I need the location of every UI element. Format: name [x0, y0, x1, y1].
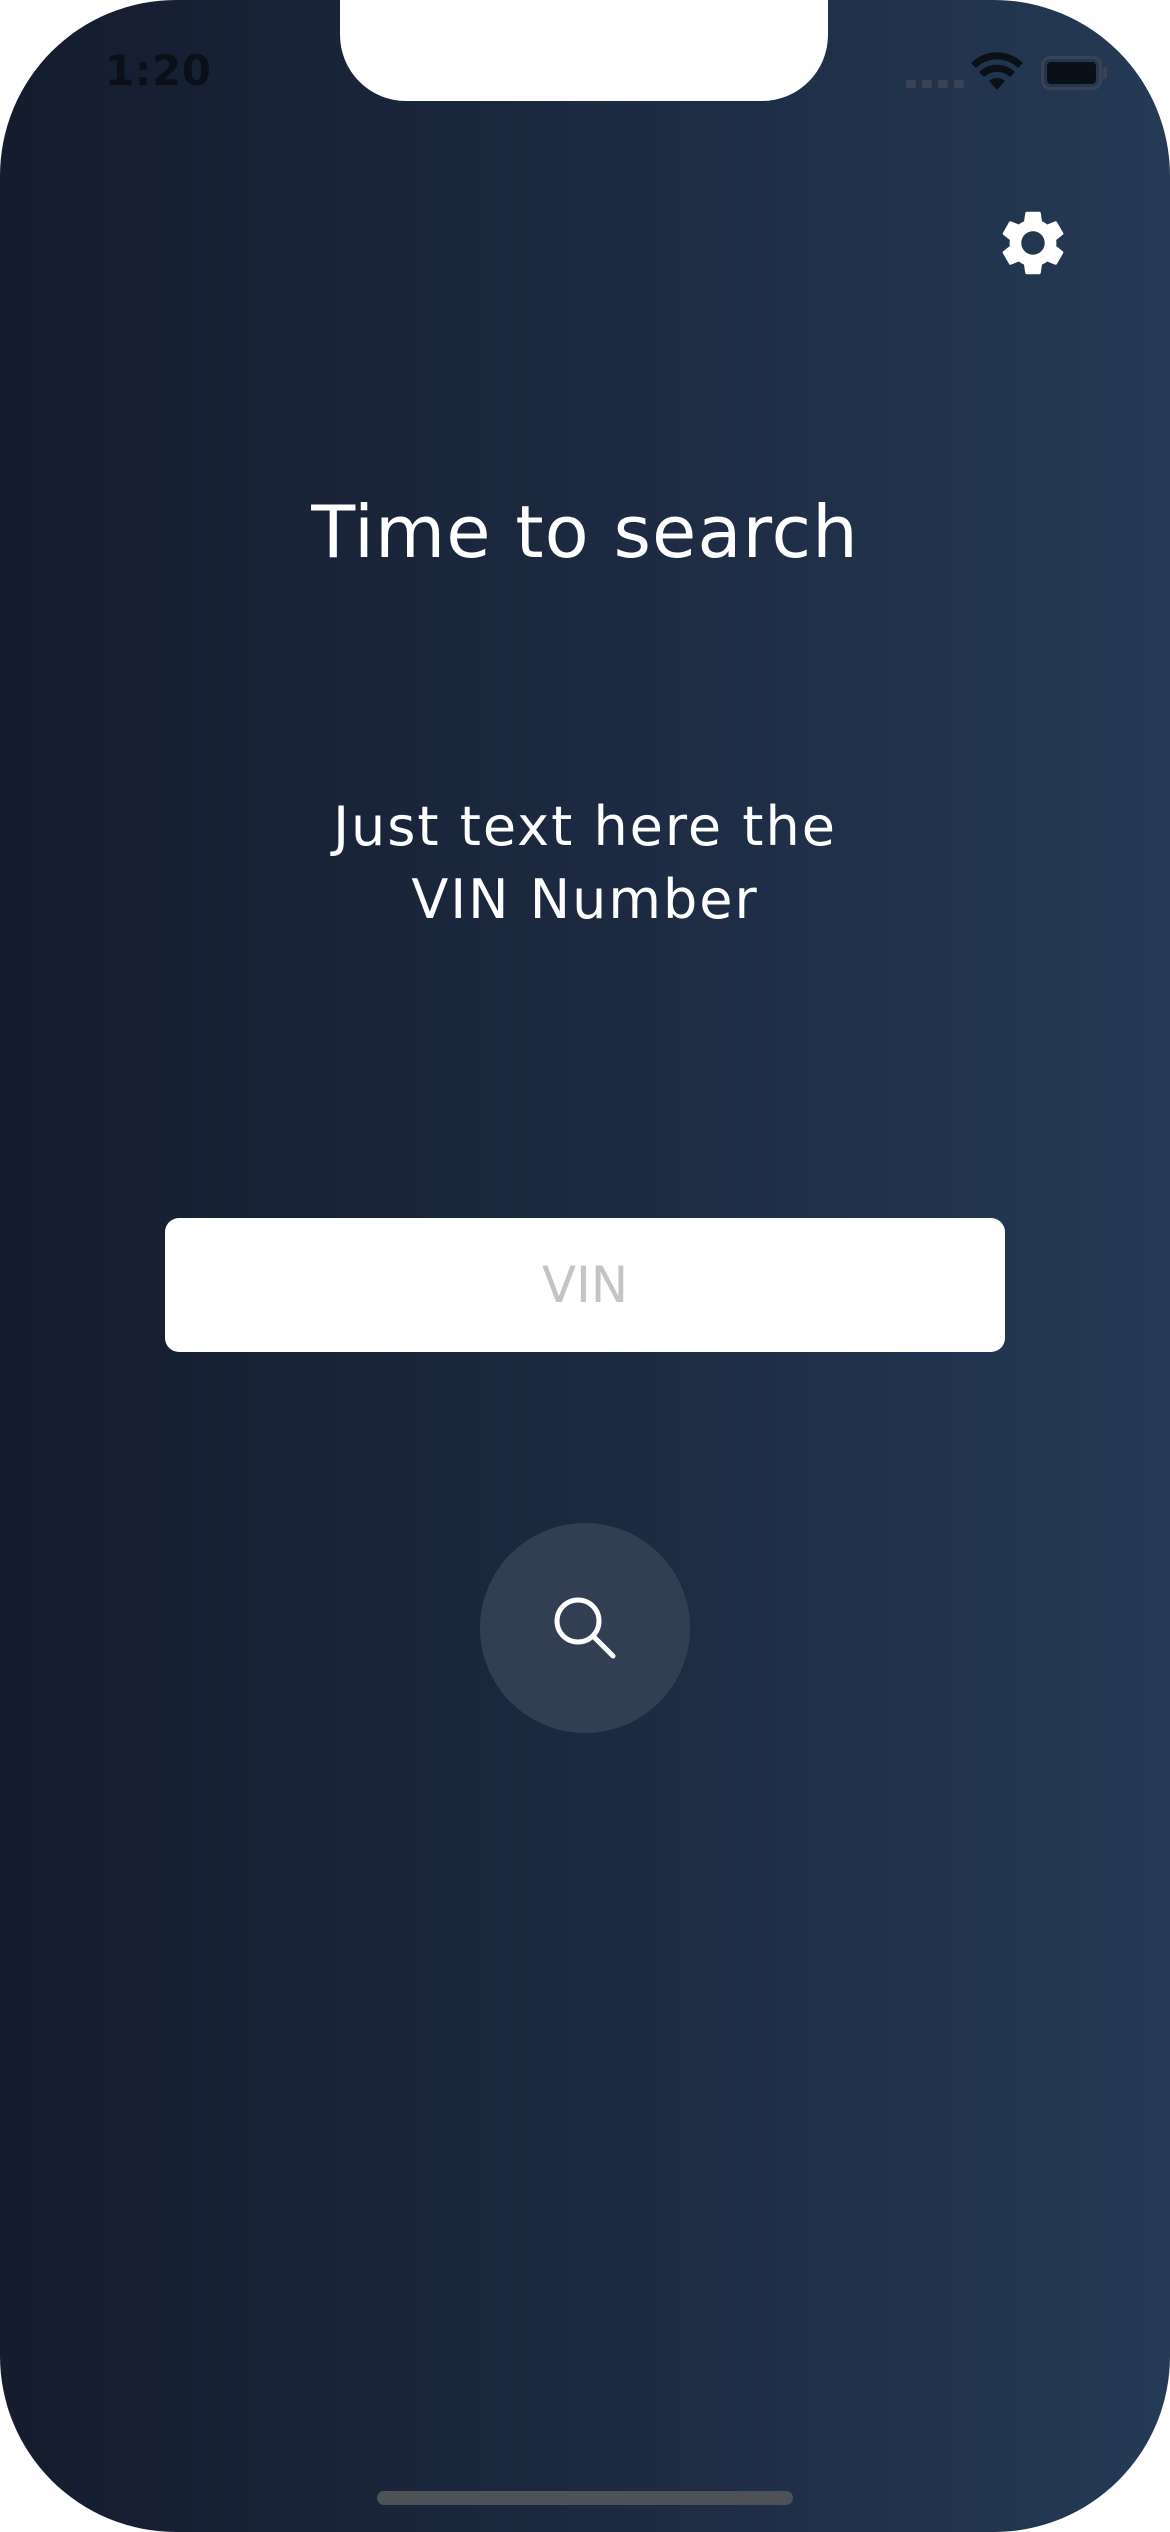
gear-icon — [1002, 211, 1064, 275]
vin-input[interactable] — [165, 1218, 1005, 1352]
search-button[interactable] — [480, 1523, 690, 1733]
cellular-signal-icon — [906, 80, 964, 88]
status-time: 1:20 — [105, 46, 212, 95]
settings-button[interactable] — [994, 204, 1072, 282]
device-notch — [340, 0, 828, 101]
page-title: Time to search — [311, 490, 859, 574]
search-icon — [554, 1597, 616, 1659]
wifi-icon — [971, 52, 1023, 90]
instruction-text: Just text here the VIN Number — [0, 790, 1170, 936]
home-indicator[interactable] — [377, 2491, 793, 2505]
app-screen: 1:20 Time to search Just text here the V… — [0, 0, 1170, 2532]
instruction-line-2: VIN Number — [411, 868, 759, 931]
instruction-line-1: Just text here the — [333, 795, 837, 858]
battery-icon — [1041, 56, 1107, 90]
